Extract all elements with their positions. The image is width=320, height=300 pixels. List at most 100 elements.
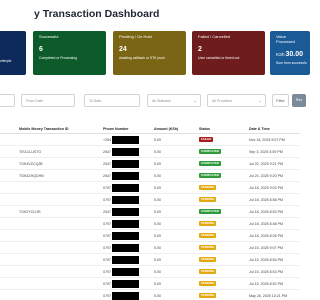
status-badge: PENDING [199,257,217,262]
table-row[interactable]: 0797 5.00 PENDING Jul 15, 2025 8:52 PM [0,278,300,290]
redaction-block [112,220,139,228]
amount-cell: 5.00 [154,234,161,238]
table-row[interactable]: 0797 5.00 PENDING Jul 15, 2025 8:54 PM [0,254,300,266]
amount-cell: 5.00 [154,258,161,262]
transaction-id-cell: TGK4VZCQJB [19,162,43,166]
redaction-block [112,172,139,180]
provider-select-value: All Providers [212,99,233,103]
redaction-block [112,256,139,264]
table-row[interactable]: 0797 5.00 PENDING Jul 15, 2025 9:07 PM [0,242,300,254]
card-label: Successful [39,34,59,39]
table-row[interactable]: TGK4VZCQJB 2547 5.00 COMPLETED Jul 20, 2025 … [0,158,300,170]
filter-button[interactable]: Filter [272,94,289,107]
status-badge: COMPLETED [199,149,222,154]
chevron-down-icon: ⌄ [258,98,262,103]
page-title: y Transaction Dashboard [34,8,160,20]
transaction-id-cell: TGK2YCLHR [19,210,41,214]
table-row[interactable]: 0797 5.00 PENDING Jul 18, 2025 8:26 PM [0,230,300,242]
table-row[interactable]: 0797 5.00 PENDING Jul 18, 2025 8:48 PM [0,218,300,230]
redaction-block [112,280,139,288]
card-label: Failed / Cancelled [198,34,231,39]
date-cell: Jul 18, 2025 8:26 PM [249,234,283,238]
table-row[interactable]: 0797 5.00 PENDING Jul 18, 2025 8:58 PM [0,194,300,206]
status-badge: PENDING [199,245,217,250]
stat-card-failed: Failed / Cancelled 2 User cancelled or t… [192,31,265,75]
to-date-input[interactable]: To Date [84,94,140,107]
from-date-input[interactable]: From Date [21,94,75,107]
amount-cell: 5.00 [154,186,161,190]
date-cell: Jul 18, 2025 8:58 PM [249,198,283,202]
search-input[interactable] [0,94,15,107]
status-badge: FAILED [199,137,214,142]
column-header-phone: Phone Number [103,127,129,131]
column-header-amount: Amount (KSh) [154,127,179,131]
phone-cell: 0797 [103,270,111,274]
status-select-value: All Statuses [152,99,171,103]
table-row[interactable]: TGK4ZHQDHN 2547 5.00 COMPLETED Jul 20, 2025 … [0,170,300,182]
date-cell: Jul 20, 2025 9:21 PM [249,162,283,166]
table-row[interactable]: TIS1CLUSTG 2547 5.00 COMPLETED Sep 3, 2025 4… [0,146,300,158]
status-badge: PENDING [199,221,217,226]
amount-cell: 5.00 [154,150,161,154]
redaction-block [112,184,139,192]
phone-cell: 0797 [103,246,111,250]
phone-cell: 2547 [103,162,111,166]
transaction-id-cell: TIS1CLUSTG [19,150,42,154]
redaction-block [112,292,139,300]
phone-cell: 0797 [103,198,111,202]
card-sub: User cancelled or timed out [198,55,240,60]
card-value: 6 [39,45,43,53]
date-cell: Jul 18, 2025 8:48 PM [249,222,283,226]
date-cell: Jul 18, 2025 8:53 PM [249,210,283,214]
card-amount: 30.00 [285,50,304,58]
amount-cell: 5.00 [154,282,161,286]
status-badge: PENDING [199,197,217,202]
redaction-block [112,196,139,204]
redaction-block [112,136,139,144]
amount-cell: 5.00 [154,246,161,250]
status-badge: PENDING [199,185,217,190]
date-cell: May 26, 2025 10:21 PM [249,294,288,298]
status-badge: PENDING [199,269,217,274]
card-label: Pending / On Hold [119,34,152,39]
reset-button[interactable]: Res [292,94,306,107]
amount-cell: 5.00 [154,138,161,142]
status-badge: COMPLETED [199,161,222,166]
redaction-block [112,244,139,252]
table-row[interactable]: +254 5.00 FAILED Nov 18, 2025 9:07 PM [0,134,300,146]
card-value: 24 [119,45,127,53]
table-row[interactable]: 0797 5.00 PENDING Jul 18, 2025 9:03 PM [0,182,300,194]
provider-select[interactable]: All Providers ⌄ [207,94,266,107]
stat-card-value: Value Processed KSh30.00 Sum from succes… [270,31,310,75]
card-value: 2 [198,45,202,53]
card-sub: ntterpts [0,58,12,63]
phone-cell: 2547 [103,174,111,178]
status-badge: PENDING [199,281,217,286]
status-badge: PENDING [199,293,217,298]
currency-label: KSh [276,51,285,57]
date-cell: Jul 20, 2025 9:20 PM [249,174,283,178]
phone-cell: 0797 [103,258,111,262]
filter-bar: From Date To Date All Statuses ⌄ All Prov… [0,94,306,108]
stat-card-successful: Successful 6 Completed or Processing [33,31,106,75]
date-cell: Jul 15, 2025 9:07 PM [249,246,283,250]
amount-cell: 5.00 [154,174,161,178]
status-select[interactable]: All Statuses ⌄ [147,94,201,107]
phone-cell: 0797 [103,222,111,226]
table-row[interactable]: TGK2YCLHR 2547 5.00 COMPLETED Jul 18, 2025 8… [0,206,300,218]
phone-cell: 0797 [103,282,111,286]
table-row[interactable]: 0797 5.00 PENDING Jul 15, 2025 8:53 PM [0,266,300,278]
phone-cell: 2547 [103,210,111,214]
column-header-transaction-id: Mobile Money Transaction ID [19,127,69,131]
date-cell: Jul 18, 2025 9:03 PM [249,186,283,190]
table-row[interactable]: 0797 5.00 PENDING May 26, 2025 10:21 PM [0,290,300,300]
phone-cell: 2547 [103,150,111,154]
amount-cell: 5.00 [154,210,161,214]
chevron-down-icon: ⌄ [193,98,197,103]
redaction-block [112,148,139,156]
stat-card-total: ntterpts [0,31,26,75]
status-badge: PENDING [199,233,217,238]
transaction-id-cell: TGK4ZHQDHN [19,174,44,178]
stat-card-pending: Pending / On Hold 24 Awaiting callback o… [113,31,186,75]
phone-cell: 0797 [103,234,111,238]
